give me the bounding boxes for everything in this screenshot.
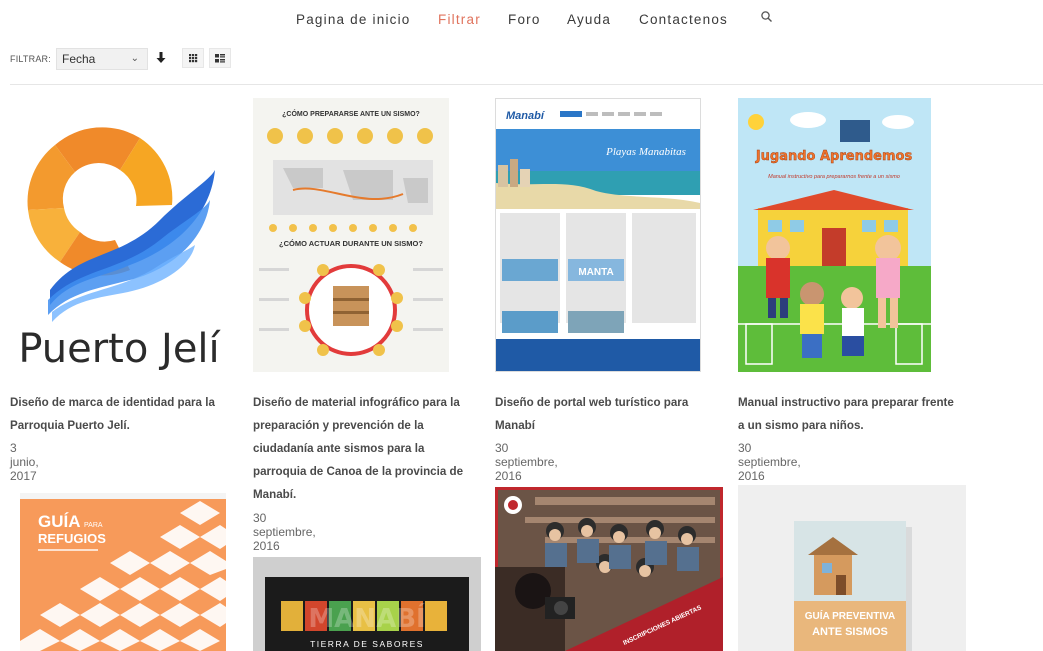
thumb-title-line1: GUÍA PREVENTIVA [805, 609, 896, 622]
filter-divider [10, 84, 1043, 85]
list-view-button[interactable] [209, 48, 231, 68]
sort-select-value: Fecha [62, 52, 96, 66]
card-date: 30 septiembre, 2016 [253, 511, 316, 553]
card-title-line: Manual instructivo para preparar frente [738, 396, 954, 409]
nav-item-home[interactable]: Pagina de inicio [296, 12, 411, 27]
card-title[interactable]: Manual instructivo para preparar frente … [738, 391, 978, 437]
puerto-jeli-logo: Puerto Jelí [18, 127, 222, 372]
thumb-para: PARA [84, 522, 103, 529]
thumb-subtitle: Manual instructivo para prepararnos fren… [768, 174, 900, 180]
thumb-title: GUÍA [38, 512, 81, 531]
thumb-title: MANABÍ [308, 602, 425, 634]
card-title[interactable]: Diseño de marca de identidad para la Par… [10, 391, 240, 437]
card-thumbnail[interactable]: Jugando Aprendemos Manual instructivo pa… [738, 98, 931, 372]
grid-view-button[interactable] [182, 48, 204, 68]
card-title-line: Diseño de portal web turístico para [495, 396, 689, 409]
card-title-line: Diseño de material infográfico para la [253, 396, 460, 409]
card-thumbnail[interactable]: ¿CÓMO PREPARARSE ANTE UN SISMO? ¿CÓMO AC… [253, 98, 449, 372]
card-thumbnail[interactable]: MANABÍ TIERRA DE SABORES [253, 557, 481, 651]
list-view-icon [215, 54, 225, 63]
thumb-brand: Manabí [506, 110, 546, 122]
kids-manual-thumbnail: Jugando Aprendemos Manual instructivo pa… [738, 98, 931, 372]
chevron-down-icon: ⌄ [130, 53, 139, 64]
card-title-line: preparación y prevención de la [253, 419, 424, 432]
grid-view-icon [189, 54, 198, 63]
thumb-title-line2: ANTE SISMOS [812, 626, 888, 638]
card-title-line: Manabí. [253, 488, 297, 501]
card-thumbnail[interactable]: INSCRIPCIONES ABIERTAS [495, 487, 723, 651]
thumb-heading: ¿CÓMO PREPARARSE ANTE UN SISMO? [282, 109, 420, 118]
card-thumbnail[interactable]: Manabí Playas Manabitas MANTA [495, 98, 701, 372]
refugios-guide-thumbnail: GUÍA PARA REFUGIOS [20, 493, 226, 651]
card-thumbnail[interactable]: GUÍA PARA REFUGIOS [20, 493, 226, 651]
card-date: 30 septiembre, 2016 [738, 441, 801, 483]
card-title-line: a un sismo para niños. [738, 419, 864, 432]
card-title-line: ciudadanía ante sismos para la [253, 442, 425, 455]
top-navigation: Pagina de inicio Filtrar Foro Ayuda Cont… [0, 0, 1043, 40]
card-title-line: Manabí [495, 419, 535, 432]
web-portal-thumbnail: Manabí Playas Manabitas MANTA [496, 99, 700, 371]
nav-item-forum[interactable]: Foro [508, 12, 541, 27]
thumb-title: Jugando Aprendemos [755, 149, 913, 164]
card-title-line: Parroquia Puerto Jelí. [10, 419, 130, 432]
arrow-down-icon [156, 52, 166, 63]
nav-item-help[interactable]: Ayuda [567, 12, 611, 27]
thumb-city: MANTA [578, 267, 613, 278]
sort-direction-button[interactable] [150, 48, 172, 68]
thumb-hero: Playas Manabitas [605, 146, 686, 158]
thumb-subtitle: TIERRA DE SABORES [310, 639, 424, 649]
infographic-thumbnail: ¿CÓMO PREPARARSE ANTE UN SISMO? ¿CÓMO AC… [259, 109, 443, 356]
card-thumbnail[interactable]: Puerto Jelí [10, 100, 228, 372]
card-title-line: Diseño de marca de identidad para la [10, 396, 215, 409]
filter-label: FILTRAR: [10, 54, 51, 64]
card-title-line: parroquia de Canoa de la provincia de [253, 465, 464, 478]
manabi-flavors-thumbnail: MANABÍ TIERRA DE SABORES [253, 557, 481, 651]
thumb-word: REFUGIOS [38, 531, 106, 546]
card-title[interactable]: Diseño de material infográfico para la p… [253, 391, 493, 506]
nav-item-contact[interactable]: Contactenos [639, 12, 728, 27]
enrollment-thumbnail: INSCRIPCIONES ABIERTAS [495, 487, 723, 651]
card-date: 30 septiembre, 2016 [495, 441, 558, 483]
card-title[interactable]: Diseño de portal web turístico para Mana… [495, 391, 725, 437]
search-icon[interactable] [760, 10, 774, 24]
sort-select[interactable]: Fecha ⌄ [56, 48, 148, 70]
card-thumbnail[interactable]: GUÍA PREVENTIVA ANTE SISMOS [738, 485, 966, 651]
nav-item-filter[interactable]: Filtrar [438, 12, 481, 27]
preventive-guide-thumbnail: GUÍA PREVENTIVA ANTE SISMOS [738, 485, 966, 651]
thumb-text: Puerto Jelí [18, 326, 221, 372]
thumb-subheading: ¿CÓMO ACTUAR DURANTE UN SISMO? [279, 239, 423, 248]
card-date: 3 junio, 2017 [10, 441, 39, 483]
